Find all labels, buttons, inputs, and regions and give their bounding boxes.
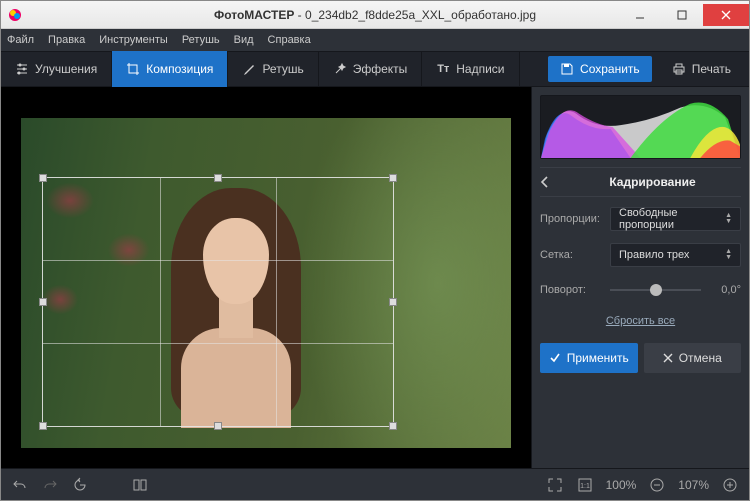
crop-handle-r[interactable] [389,298,397,306]
redo-button[interactable] [41,476,59,494]
brush-icon [242,62,256,76]
menu-file[interactable]: Файл [7,34,34,46]
side-panel: Кадрирование Пропорции: Свободные пропор… [531,87,749,468]
menu-edit[interactable]: Правка [48,34,85,46]
rotate-slider[interactable] [610,282,701,298]
tab-retouch[interactable]: Ретушь [228,51,318,87]
maximize-button[interactable] [661,4,703,26]
crop-handle-tl[interactable] [39,174,47,182]
wand-icon [333,62,347,76]
rotate-value: 0,0° [709,284,741,296]
app-icon [7,7,23,23]
menu-tools[interactable]: Инструменты [99,34,168,46]
menu-help[interactable]: Справка [268,34,311,46]
tab-captions[interactable]: Tт Надписи [422,51,519,87]
menubar: Файл Правка Инструменты Ретушь Вид Справ… [1,29,749,51]
aspect-label: Пропорции: [540,213,602,225]
menu-view[interactable]: Вид [234,34,254,46]
panel-title: Кадрирование [564,175,741,189]
svg-text:1:1: 1:1 [580,483,590,490]
menu-retouch[interactable]: Ретушь [182,34,220,46]
close-button[interactable] [703,4,749,26]
tab-effects[interactable]: Эффекты [319,51,423,87]
sliders-icon [15,62,29,76]
check-icon [549,352,561,364]
apply-button[interactable]: Применить [540,343,638,373]
back-button[interactable] [540,176,564,188]
crop-frame[interactable] [43,178,393,426]
revert-button[interactable] [71,476,89,494]
close-icon [663,353,673,363]
undo-button[interactable] [11,476,29,494]
compare-button[interactable] [131,476,149,494]
crop-handle-bl[interactable] [39,422,47,430]
tab-composition[interactable]: Композиция [112,51,228,87]
minimize-button[interactable] [619,4,661,26]
crop-handle-br[interactable] [389,422,397,430]
zoom-value: 107% [678,478,709,492]
rotate-label: Поворот: [540,284,602,296]
tab-enhancements[interactable]: Улучшения [1,51,112,87]
fit-screen-button[interactable] [546,476,564,494]
cancel-button[interactable]: Отмена [644,343,742,373]
grid-label: Сетка: [540,249,602,261]
titlebar: ФотоМАСТЕР - 0_234db2_f8dde25a_XXL_обраб… [1,1,749,29]
toolbar: Улучшения Композиция Ретушь Эффекты Tт Н… [1,51,749,87]
crop-handle-t[interactable] [214,174,222,182]
histogram [540,95,741,159]
print-button[interactable]: Печать [660,56,743,82]
crop-handle-l[interactable] [39,298,47,306]
statusbar: 1:1 100% 107% [1,468,749,500]
photo [21,118,511,448]
text-icon: Tт [436,62,450,76]
grid-select[interactable]: Правило трех ▲▼ [610,243,741,267]
print-icon [672,62,686,76]
chevron-updown-icon: ▲▼ [725,249,732,261]
canvas-area[interactable] [1,87,531,468]
crop-handle-tr[interactable] [389,174,397,182]
crop-handle-b[interactable] [214,422,222,430]
aspect-select[interactable]: Свободные пропорции ▲▼ [610,207,741,231]
save-icon [560,62,574,76]
chevron-updown-icon: ▲▼ [725,213,732,225]
zoom-in-button[interactable] [721,476,739,494]
crop-icon [126,62,140,76]
zoom-fit-value: 100% [606,478,637,492]
zoom-out-button[interactable] [648,476,666,494]
actual-size-button[interactable]: 1:1 [576,476,594,494]
save-button[interactable]: Сохранить [548,56,652,82]
reset-link[interactable]: Сбросить все [540,315,741,327]
